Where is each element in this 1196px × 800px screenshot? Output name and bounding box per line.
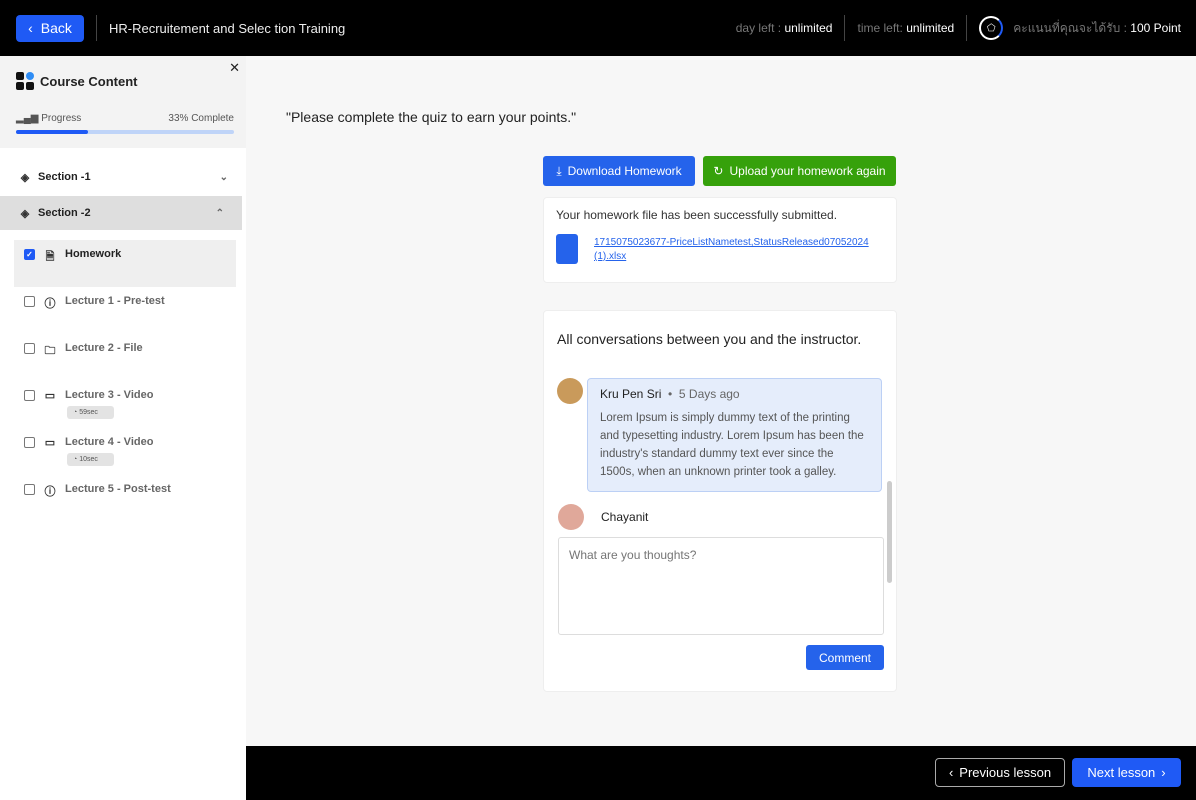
video-icon: ▭ [44,390,56,402]
section-1[interactable]: ◈ Section -1 ⌄ [0,160,246,194]
sidebar-title: Course Content [40,73,138,89]
section-2[interactable]: ◈ Section -2 ⌃ [0,196,242,230]
instructor-avatar [557,378,583,404]
video-icon: ▭ [44,437,56,449]
lesson-1[interactable]: ⓘ Lecture 1 - Pre-test [14,287,236,334]
layers-icon: ◈ [20,171,30,184]
scrollbar[interactable] [887,481,892,583]
course-title: HR-Recruitement and Selec tion Training [109,20,346,36]
comment-input[interactable] [558,537,884,635]
question-icon: ⓘ [44,298,56,310]
upload-homework-button[interactable]: ↻ Upload your homework again [703,156,896,186]
checkbox[interactable] [24,484,35,495]
lesson-2[interactable]: 🗀 Lecture 2 - File [14,334,236,381]
user-name: Chayanit [601,510,649,524]
duration-badge: ◔ 59sec [67,406,114,419]
download-icon: ⤓ [556,163,562,178]
chevron-left-icon: ‹ [28,20,33,36]
time-left-value: unlimited [906,21,955,35]
file-icon [556,234,578,264]
top-bar: ‹ Back HR-Recruitement and Selec tion Tra… [0,0,1196,56]
download-homework-button[interactable]: ⤓ Download Homework [543,156,695,186]
points-badge-icon: ⬠ [979,16,1004,40]
submission-card: Your homework file has been successfully… [543,197,897,283]
divider [96,15,97,41]
comment-button[interactable]: Comment [806,645,884,670]
checkbox[interactable] [24,343,35,354]
lesson-homework[interactable]: ✓ 🗎 Homework [14,240,236,287]
user-avatar [558,504,584,530]
comment-bubble: Kru Pen Sri • 5 Days ago Lorem Ipsum is … [587,378,882,492]
chevron-left-icon: ‹ [948,765,954,780]
progress-icon: ▂▄▆ [16,113,39,124]
next-lesson-button[interactable]: Next lesson › [1072,758,1181,787]
course-logo-icon [16,72,34,90]
footer: ‹ Previous lesson Next lesson › [246,746,1196,800]
lesson-5[interactable]: ⓘ Lecture 5 - Post-test [14,475,236,522]
main-content: "Please complete the quiz to earn your p… [246,56,1196,746]
chevron-down-icon: ⌄ [219,171,228,183]
checkbox[interactable]: ✓ [24,249,35,260]
layers-icon: ◈ [20,207,30,220]
comment-text: Lorem Ipsum is simply dummy text of the … [600,412,864,478]
comment-author: Kru Pen Sri [600,387,662,401]
progress-bar [16,130,234,134]
day-left-value: unlimited [784,21,833,35]
lesson-4[interactable]: ▭ Lecture 4 - Video ◔ 10sec [14,428,236,475]
chevron-right-icon: › [1161,765,1166,780]
file-link[interactable]: 1715075023677-PriceListNametest,StatusRe… [594,236,879,264]
sidebar: Course Content ✕ ▂▄▆ Progress 33% Complet… [0,56,246,800]
chevron-up-icon: ⌃ [215,207,224,219]
document-icon: 🗎 [45,251,55,263]
conversation-card: All conversations between you and the in… [543,310,897,692]
points-value: 100 Point [1130,21,1181,35]
quiz-note: "Please complete the quiz to earn your p… [286,109,577,125]
question-icon: ⓘ [44,486,56,498]
duration-badge: ◔ 10sec [67,453,114,466]
comment-time: 5 Days ago [678,387,740,401]
checkbox[interactable] [24,437,35,448]
back-button[interactable]: ‹ Back [16,14,84,42]
close-icon[interactable]: ✕ [229,60,240,76]
checkbox[interactable] [24,390,35,401]
refresh-icon: ↻ [713,164,724,178]
checkbox[interactable] [24,296,35,307]
folder-icon: 🗀 [44,345,56,357]
progress-text: 33% Complete [168,113,234,124]
previous-lesson-button[interactable]: ‹ Previous lesson [935,758,1065,787]
lesson-3[interactable]: ▭ Lecture 3 - Video ◔ 59sec [14,381,236,428]
